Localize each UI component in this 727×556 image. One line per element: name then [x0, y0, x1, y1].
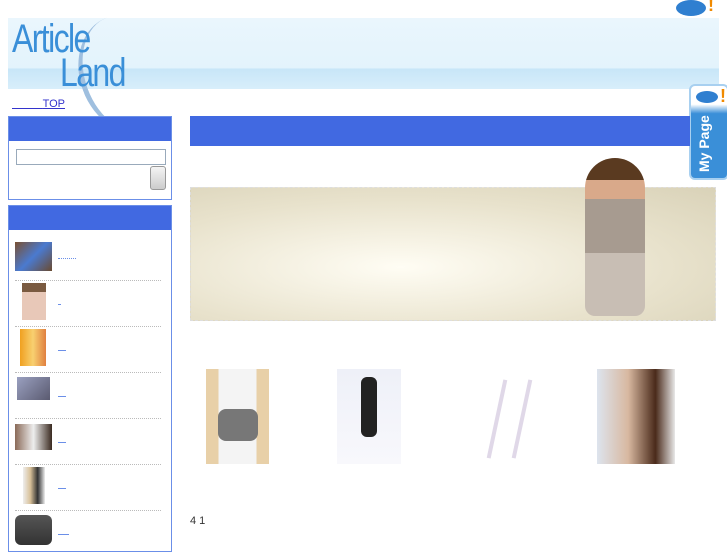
- main-section-header: [190, 116, 690, 146]
- search-button[interactable]: [150, 166, 166, 190]
- product-link[interactable]: [58, 442, 66, 443]
- result-count: 4 1: [190, 515, 206, 527]
- bag-shape: [218, 409, 258, 441]
- site-logo[interactable]: Article Land: [12, 19, 126, 95]
- list-item[interactable]: [15, 280, 161, 327]
- product-link[interactable]: [58, 534, 69, 535]
- list-item[interactable]: [15, 464, 161, 511]
- hero-figure: [585, 158, 645, 316]
- figure-shape: [361, 377, 377, 437]
- product-link[interactable]: [58, 258, 76, 259]
- breadcrumb-top-link[interactable]: TOP: [12, 98, 65, 110]
- brand-c-icon: [696, 86, 726, 107]
- brand-c-logo-icon[interactable]: [676, 0, 714, 20]
- list-item[interactable]: [15, 418, 161, 465]
- product-link[interactable]: [58, 488, 66, 489]
- product-list-panel: [8, 205, 172, 552]
- product-image-exercise[interactable]: [337, 369, 401, 464]
- product-link[interactable]: [58, 304, 61, 305]
- search-input[interactable]: [16, 149, 166, 165]
- product-thumbnail[interactable]: [23, 467, 45, 504]
- search-panel: [8, 116, 172, 200]
- product-link[interactable]: [58, 396, 66, 397]
- product-thumbnail[interactable]: [15, 424, 52, 450]
- mypage-label: My Page: [696, 115, 712, 172]
- product-thumbnail[interactable]: [15, 242, 52, 271]
- product-image-beauty[interactable]: [597, 369, 675, 464]
- search-panel-header: [9, 117, 171, 141]
- product-thumbnail[interactable]: [17, 377, 50, 400]
- product-link[interactable]: [58, 350, 66, 351]
- list-item[interactable]: [15, 510, 161, 556]
- product-image-bag[interactable]: [206, 369, 269, 464]
- product-thumbnail[interactable]: [22, 283, 46, 320]
- product-thumbnail[interactable]: [20, 329, 46, 366]
- list-item[interactable]: [15, 234, 161, 281]
- product-thumbnail[interactable]: [15, 515, 52, 545]
- logo-text-2: Land: [60, 51, 126, 95]
- product-list-header: [9, 206, 171, 230]
- mypage-tab[interactable]: My Page: [689, 84, 727, 180]
- list-item[interactable]: [15, 372, 161, 419]
- list-item[interactable]: [15, 326, 161, 373]
- product-image-mop[interactable]: [455, 369, 550, 464]
